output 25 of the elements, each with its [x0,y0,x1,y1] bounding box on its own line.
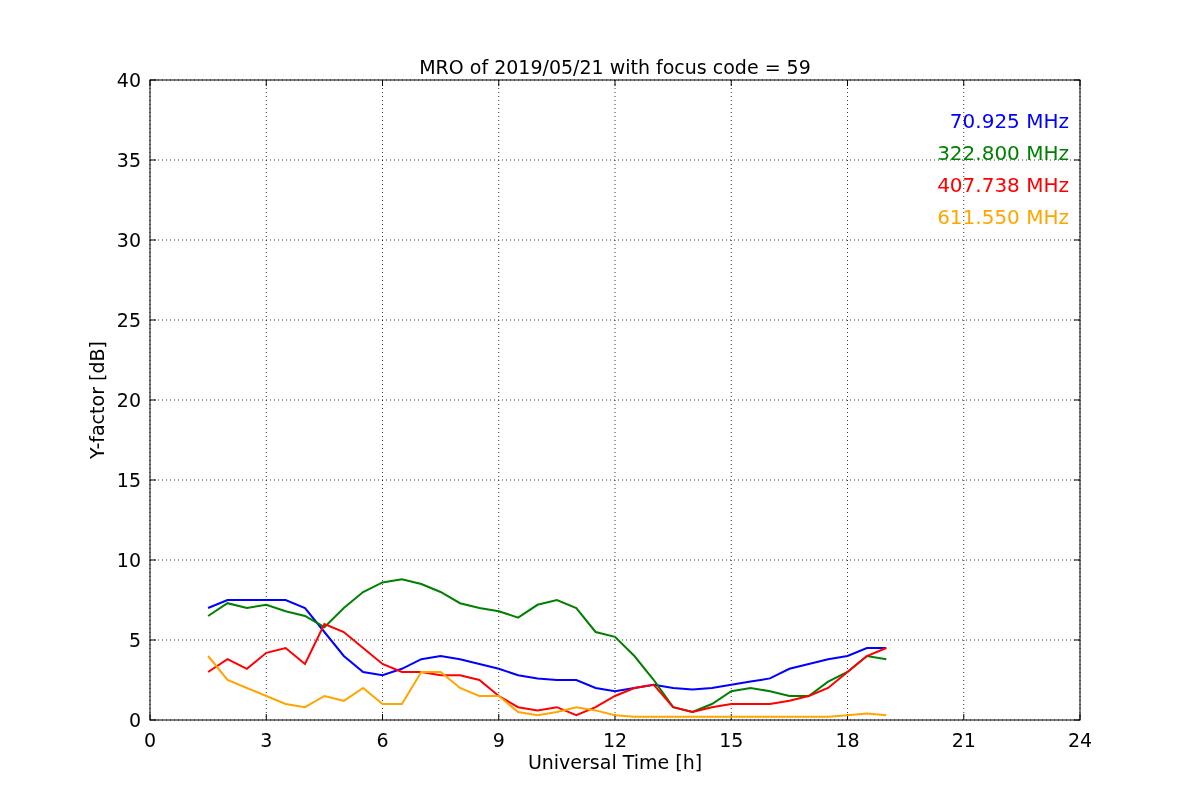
x-tick-label: 15 [719,729,744,751]
x-tick-label: 6 [376,729,389,751]
y-tick-label: 20 [116,389,141,411]
x-axis-label: Universal Time [h] [527,751,703,773]
y-tick-label: 10 [116,549,141,571]
x-tick-label: 21 [951,729,976,751]
legend-label: 70.925 MHz [949,109,1069,133]
y-tick-label: 0 [128,709,141,731]
y-tick-label: 15 [116,469,141,491]
y-tick-label: 35 [116,149,141,171]
y-tick-label: 40 [116,69,141,91]
y-axis-label: Y-factor [dB] [86,341,108,459]
legend-label: 611.550 MHz [937,205,1069,229]
x-tick-label: 18 [835,729,860,751]
x-tick-label: 3 [260,729,273,751]
x-tick-label: 9 [492,729,505,751]
x-tick-label: 12 [602,729,628,751]
y-tick-label: 25 [116,309,141,331]
legend-label: 407.738 MHz [937,173,1069,197]
legend-label: 322.800 MHz [937,141,1069,165]
y-tick-label: 5 [128,629,141,651]
x-tick-label: 24 [1067,729,1093,751]
chart-title: MRO of 2019/05/21 with focus code = 59 [419,56,811,78]
y-tick-label: 30 [116,229,141,251]
x-tick-label: 0 [143,729,157,751]
